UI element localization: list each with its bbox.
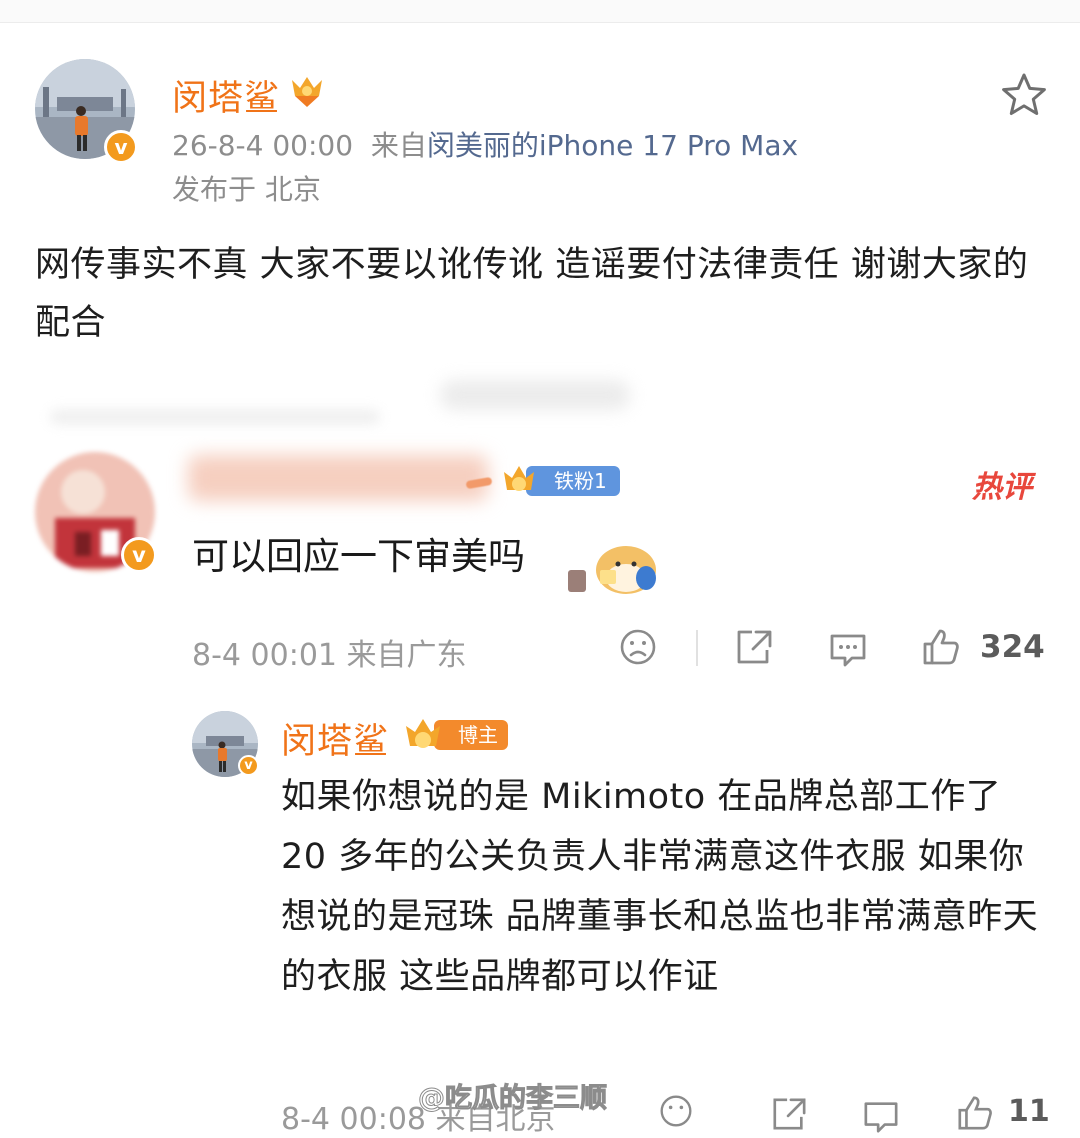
post-timestamp: 26-8-4 00:00: [172, 129, 354, 162]
share-icon[interactable]: [770, 1096, 808, 1136]
watermark: @吃瓜的李三顺: [418, 1083, 608, 1115]
post-author-name[interactable]: 闵塔鲨: [172, 70, 280, 121]
hamster-sticker-icon: [566, 534, 662, 604]
reply-author-name[interactable]: 闵塔鲨: [281, 713, 389, 764]
action-divider: [696, 630, 698, 666]
post-location: 发布于 北京: [172, 173, 321, 206]
share-icon[interactable]: [734, 628, 774, 670]
blogger-badge-label: 博主: [458, 723, 498, 747]
like-icon[interactable]: [956, 1094, 994, 1136]
comment-location: 来自广东: [346, 638, 467, 673]
post-meta: 26-8-4 00:00 来自闵美丽的iPhone 17 Pro Max: [172, 124, 798, 164]
comment-icon[interactable]: [862, 1098, 900, 1138]
crown-medal-icon: [288, 74, 326, 112]
commenter-name-blurred[interactable]: [188, 455, 488, 501]
sad-face-icon[interactable]: [659, 1094, 693, 1132]
blurred-region: [440, 380, 630, 410]
comment-icon[interactable]: [828, 630, 868, 672]
reply-timestamp: 8-4 00:08: [281, 1102, 426, 1137]
verified-badge: v: [121, 537, 157, 573]
top-divider: [0, 0, 1080, 23]
post-body: 网传事实不真 大家不要以讹传讹 造谣要付法律责任 谢谢大家的配合: [35, 245, 1029, 343]
comment-text: 可以回应一下审美吗: [192, 535, 525, 578]
source-device[interactable]: 闵美丽的iPhone 17 Pro Max: [427, 129, 798, 162]
reply-text: 如果你想说的是 Mikimoto 在品牌总部工作了 20 多年的公关负责人非常满…: [281, 777, 1039, 997]
comment-timestamp: 8-4 00:01: [192, 638, 337, 673]
comment-meta: 8-4 00:01 来自广东: [192, 630, 467, 674]
blurred-region: [50, 410, 380, 424]
verified-badge: v: [104, 130, 138, 164]
like-count: 324: [980, 629, 1045, 665]
star-icon[interactable]: [1000, 72, 1048, 122]
verified-badge: v: [238, 755, 259, 776]
sad-face-icon[interactable]: [619, 628, 657, 670]
reply-like-count: 11: [1008, 1094, 1050, 1129]
source-prefix: 来自: [370, 129, 427, 162]
hot-comment-tag: 热评: [972, 470, 1032, 505]
like-icon[interactable]: [921, 627, 961, 671]
fan-badge-label: 铁粉1: [554, 469, 607, 493]
